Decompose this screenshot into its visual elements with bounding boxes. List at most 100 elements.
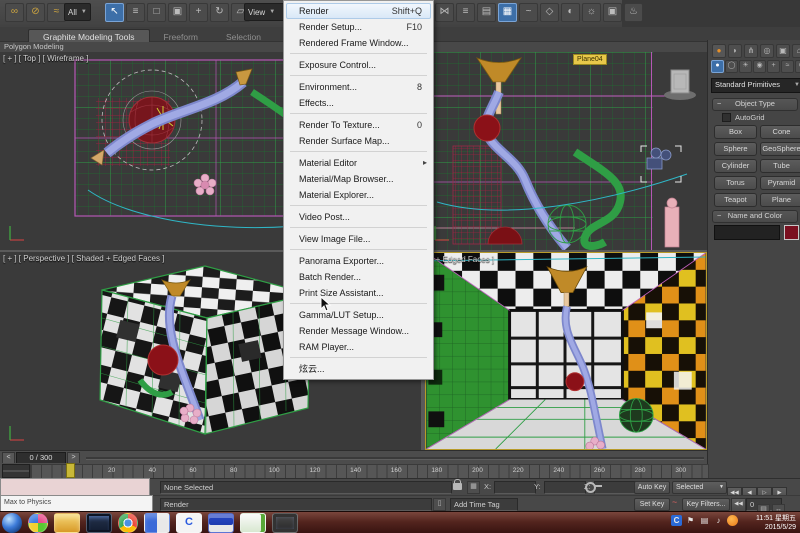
selection-set-dropdown[interactable]: Selected▼	[672, 481, 727, 494]
cylinder-button[interactable]: Cylinder	[714, 159, 757, 173]
render-setup-icon[interactable]: ☼	[582, 3, 601, 22]
geosphere-button[interactable]: GeoSphere	[760, 142, 800, 156]
add-time-tag-field[interactable]: Add Time Tag	[450, 498, 518, 511]
tray-icon-flag[interactable]: ⚑	[685, 515, 696, 526]
lights-icon[interactable]: ☀	[739, 60, 752, 73]
render-production-icon[interactable]: ♨	[624, 3, 643, 22]
select-and-rotate-icon[interactable]: ↻	[210, 3, 229, 22]
menu-item-render[interactable]: Render Shift+Q	[286, 3, 431, 19]
pyramid-button[interactable]: Pyramid	[760, 176, 800, 190]
taskbar-app-computer[interactable]	[86, 513, 112, 533]
taskbar-app-explorer[interactable]	[54, 513, 80, 533]
utilities-tab-icon[interactable]: ⌂	[792, 44, 800, 58]
torus-button[interactable]: Torus	[714, 176, 757, 190]
y-coord-field[interactable]	[544, 481, 586, 494]
menu-item-panorama-exporter[interactable]: Panorama Exporter...	[286, 253, 431, 269]
time-slider-track[interactable]	[86, 457, 704, 460]
absolute-offset-mode-icon[interactable]: ▦	[467, 481, 480, 494]
viewport-camera-label[interactable]: e + Edged Faces ]	[429, 255, 494, 264]
box-button[interactable]: Box	[714, 125, 757, 139]
tray-icon-wangwang[interactable]	[727, 515, 738, 526]
tray-icon-volume[interactable]: ♪	[713, 515, 724, 526]
object-color-swatch[interactable]	[784, 225, 799, 240]
new-key-curve-icon[interactable]: ~	[672, 497, 677, 507]
modify-tab-icon[interactable]: ◗	[728, 44, 742, 58]
key-filters-button[interactable]: Key Filters...	[682, 498, 730, 511]
selection-filter-dropdown[interactable]: All▼	[64, 3, 91, 21]
shapes-icon[interactable]: ◯	[725, 60, 738, 73]
select-by-name-icon[interactable]: ≡	[126, 3, 145, 22]
object-type-rollout[interactable]: −Object Type	[712, 98, 798, 111]
select-and-link-icon[interactable]: ∞	[5, 3, 24, 22]
helpers-icon[interactable]: +	[767, 60, 780, 73]
start-button[interactable]	[2, 513, 22, 533]
object-name-input[interactable]	[714, 225, 780, 240]
align-icon[interactable]: ≡	[456, 3, 475, 22]
mirror-icon[interactable]: ⋈	[435, 3, 454, 22]
menu-item-view-image-file[interactable]: View Image File...	[286, 231, 431, 247]
motion-tab-icon[interactable]: ◎	[760, 44, 774, 58]
taskbar-app-chrome[interactable]	[118, 513, 138, 533]
rectangular-selection-region-icon[interactable]: □	[147, 3, 166, 22]
track-bar-ruler[interactable]: 0204060801001201401601802002202402602803…	[30, 464, 709, 479]
sphere-button[interactable]: Sphere	[714, 142, 757, 156]
open-mini-curve-editor-button[interactable]	[2, 464, 30, 478]
select-and-move-icon[interactable]: +	[189, 3, 208, 22]
go-to-start-button2[interactable]: ◀◀	[731, 498, 746, 512]
menu-item-video-post[interactable]: Video Post...	[286, 209, 431, 225]
menu-item-render-message-window[interactable]: Render Message Window...	[286, 323, 431, 339]
tray-icon-c[interactable]: C	[671, 515, 682, 526]
name-and-color-rollout[interactable]: −Name and Color	[712, 210, 798, 223]
viewport-perspective-label[interactable]: [ + ] [ Perspective ] [ Shaded + Edged F…	[3, 254, 164, 263]
taskbar-app-window[interactable]	[144, 513, 170, 533]
auto-key-button[interactable]: Auto Key	[634, 481, 670, 494]
graphite-ribbon-toggle-icon[interactable]: ▦	[498, 3, 517, 22]
taskbar-app-save[interactable]	[208, 513, 234, 533]
manage-layers-icon[interactable]: ▤	[477, 3, 496, 22]
reference-coordinate-dropdown[interactable]: View▼	[244, 3, 286, 21]
menu-item-batch-render[interactable]: Batch Render...	[286, 269, 431, 285]
viewport-top-label[interactable]: [ + ] [ Top ] [ Wireframe ]	[3, 54, 88, 63]
material-editor-icon[interactable]: ◐	[561, 3, 580, 22]
select-object-icon[interactable]: ↖	[105, 3, 124, 22]
create-tab-icon[interactable]: ●	[712, 44, 726, 58]
taskbar-app-cajviewer[interactable]: C	[176, 513, 202, 533]
viewport-camera[interactable]: e + Edged Faces ]	[425, 252, 707, 450]
curve-editor-icon[interactable]: ~	[519, 3, 538, 22]
rendered-frame-window-icon[interactable]: ▣	[603, 3, 622, 22]
geometry-icon[interactable]: ●	[711, 60, 724, 73]
menu-item-environment[interactable]: Environment... 8	[286, 79, 431, 95]
taskbar-clock[interactable]: 11:51 星期五 2015/5/29	[756, 514, 796, 532]
primitives-dropdown[interactable]: Standard Primitives▼	[711, 78, 800, 93]
menu-item-gamma-lut-setup[interactable]: Gamma/LUT Setup...	[286, 307, 431, 323]
taskbar-app-capture[interactable]	[272, 513, 298, 533]
cone-button[interactable]: Cone	[760, 125, 800, 139]
menu-item-effects[interactable]: Effects...	[286, 95, 431, 111]
menu-item-render-surface-map[interactable]: Render Surface Map...	[286, 133, 431, 149]
menu-item-xuanyun[interactable]: 炫云...	[286, 361, 431, 377]
hierarchy-tab-icon[interactable]: ⋔	[744, 44, 758, 58]
menu-item-ram-player[interactable]: RAM Player...	[286, 339, 431, 355]
taskbar-app-notepad[interactable]	[240, 513, 266, 533]
menu-item-material-editor[interactable]: Material Editor	[286, 155, 431, 171]
display-tab-icon[interactable]: ▣	[776, 44, 790, 58]
viewport-front[interactable]	[425, 52, 707, 250]
unlink-selection-icon[interactable]: ⊘	[26, 3, 45, 22]
schematic-view-icon[interactable]: ◇	[540, 3, 559, 22]
menu-item-rendered-frame-window[interactable]: Rendered Frame Window...	[286, 35, 431, 51]
set-key-button[interactable]: Set Key	[634, 498, 670, 511]
systems-icon[interactable]: ⊙	[795, 60, 800, 73]
selection-lock-icon[interactable]	[453, 483, 462, 490]
menu-item-exposure-control[interactable]: Exposure Control...	[286, 57, 431, 73]
current-frame-marker[interactable]	[66, 463, 75, 478]
cameras-icon[interactable]: ◉	[753, 60, 766, 73]
menu-item-material-map-browser[interactable]: Material/Map Browser...	[286, 171, 431, 187]
tube-button[interactable]: Tube	[760, 159, 800, 173]
menu-item-material-explorer[interactable]: Material Explorer...	[286, 187, 431, 203]
plane-button[interactable]: Plane	[760, 193, 800, 207]
menu-item-render-to-texture[interactable]: Render To Texture... 0	[286, 117, 431, 133]
window-crossing-icon[interactable]: ▣	[168, 3, 187, 22]
menu-item-render-setup[interactable]: Render Setup... F10	[286, 19, 431, 35]
autogrid-checkbox[interactable]	[722, 113, 731, 122]
x-coord-field[interactable]	[494, 481, 536, 494]
